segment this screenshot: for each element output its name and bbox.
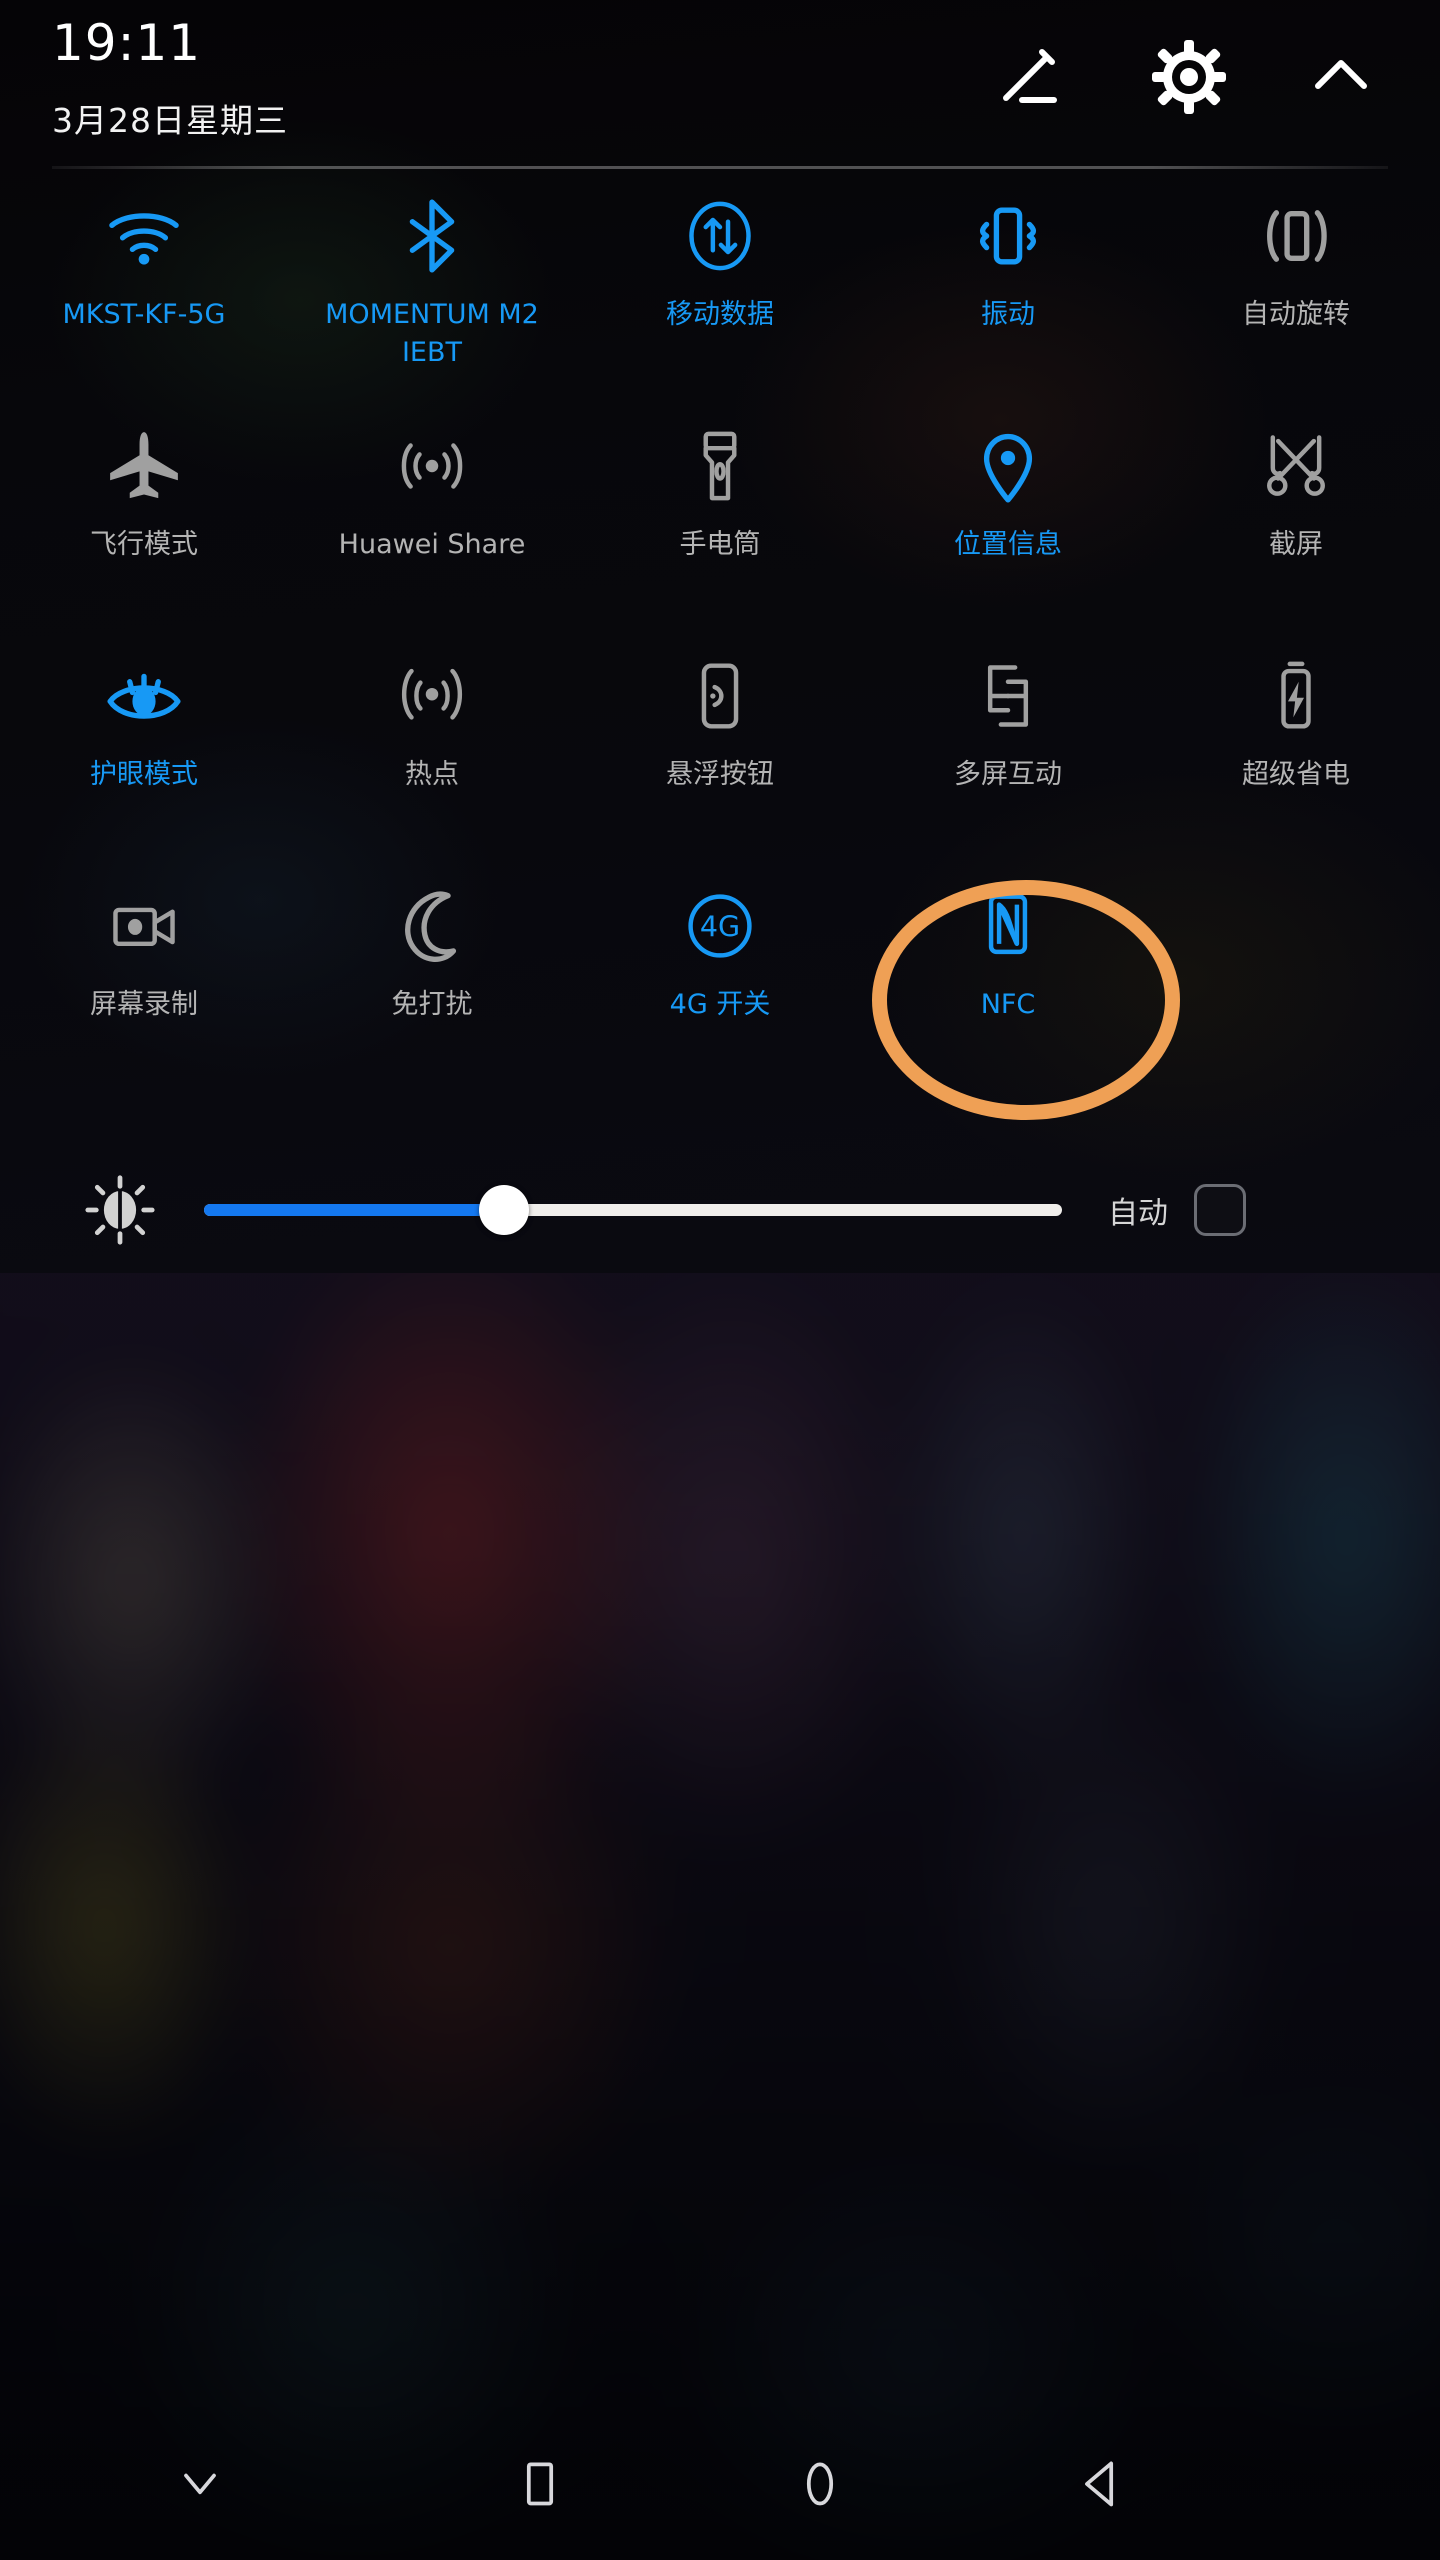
toggle-wifi[interactable]: MKST-KF-5G <box>0 190 288 420</box>
ultra-saver-icon <box>1250 650 1342 742</box>
nfc-icon <box>962 880 1054 972</box>
phone-screen: 19:11 3月28日星期三 MKST-KF-5G MOMENTUM M2 IE… <box>0 0 1440 2560</box>
brightness-slider[interactable] <box>204 1185 1062 1235</box>
toggle-label: 护眼模式 <box>90 759 198 790</box>
airplane-icon <box>98 420 190 512</box>
brightness-slider-fill <box>204 1204 505 1216</box>
nav-recents-button[interactable] <box>400 2410 680 2560</box>
quick-toggle-grid: MKST-KF-5G MOMENTUM M2 IEBT 移动数据 振动 自动旋转… <box>0 190 1440 1110</box>
system-navigation-bar <box>0 2410 1440 2560</box>
triangle-left-icon <box>1072 2455 1128 2516</box>
toggle-label: MOMENTUM M2 IEBT <box>325 299 539 368</box>
location-pin-icon <box>962 420 1054 512</box>
toggle-row: 护眼模式 热点 悬浮按钮 多屏互动 超级省电 <box>0 650 1440 880</box>
floating-dock-icon <box>674 650 766 742</box>
toggle-label: 手电筒 <box>679 529 761 560</box>
toggle-label: 自动旋转 <box>1242 299 1350 330</box>
toggle-hotspot[interactable]: 热点 <box>288 650 576 880</box>
toggle-nfc[interactable]: NFC <box>864 880 1152 1110</box>
eye-comfort-icon <box>98 650 190 742</box>
auto-brightness-checkbox[interactable] <box>1194 1184 1246 1236</box>
nav-back-button[interactable] <box>960 2410 1240 2560</box>
auto-rotate-icon <box>1250 190 1342 282</box>
toggle-auto-rotate[interactable]: 自动旋转 <box>1152 190 1440 420</box>
bluetooth-icon <box>386 190 478 282</box>
chevron-up-icon[interactable] <box>1302 38 1380 116</box>
nav-home-button[interactable] <box>680 2410 960 2560</box>
toggle-label: 4G 开关 <box>669 989 771 1020</box>
toggle-screenshot[interactable]: 截屏 <box>1152 420 1440 650</box>
square-icon <box>512 2455 568 2516</box>
toggle-4g-switch[interactable]: 4G 4G 开关 <box>576 880 864 1110</box>
multi-screen-icon <box>962 650 1054 742</box>
screen-record-icon <box>98 880 190 972</box>
toggle-vibrate[interactable]: 振动 <box>864 190 1152 420</box>
huawei-share-icon <box>386 420 478 512</box>
toggle-row: 屏幕录制 免打扰 4G 4G 开关 NFC <box>0 880 1440 1110</box>
toggle-label: 免打扰 <box>391 989 473 1020</box>
4g-icon: 4G <box>674 880 766 972</box>
toggle-multi-screen[interactable]: 多屏互动 <box>864 650 1152 880</box>
quick-settings-panel: 19:11 3月28日星期三 MKST-KF-5G MOMENTUM M2 IE… <box>0 0 1440 1273</box>
toggle-label: 位置信息 <box>954 529 1062 560</box>
toggle-ultra-power-saver[interactable]: 超级省电 <box>1152 650 1440 880</box>
toggle-label: Huawei Share <box>338 529 526 560</box>
brightness-slider-thumb[interactable] <box>479 1185 530 1235</box>
panel-header: 19:11 3月28日星期三 <box>0 0 1440 169</box>
toggle-row: MKST-KF-5G MOMENTUM M2 IEBT 移动数据 振动 自动旋转 <box>0 190 1440 420</box>
auto-brightness-label: 自动 <box>1108 1196 1168 1231</box>
gear-icon[interactable] <box>1150 38 1228 116</box>
toggle-flashlight[interactable]: 手电筒 <box>576 420 864 650</box>
toggle-label: 飞行模式 <box>90 529 198 560</box>
status-clock: 19:11 <box>52 14 202 72</box>
toggle-eye-comfort[interactable]: 护眼模式 <box>0 650 288 880</box>
moon-icon <box>386 880 478 972</box>
brightness-sun-icon <box>82 1172 158 1248</box>
toggle-row: 飞行模式 Huawei Share 手电筒 位置信息 截屏 <box>0 420 1440 650</box>
wifi-icon <box>98 190 190 282</box>
chevron-down-icon <box>172 2455 228 2516</box>
toggle-mobile-data[interactable]: 移动数据 <box>576 190 864 420</box>
toggle-empty-slot <box>1152 880 1440 1110</box>
toggle-label: NFC <box>980 989 1036 1020</box>
circle-icon <box>792 2455 848 2516</box>
toggle-floating-dock[interactable]: 悬浮按钮 <box>576 650 864 880</box>
screenshot-icon <box>1250 420 1342 512</box>
toggle-label: 屏幕录制 <box>90 989 198 1020</box>
toggle-bluetooth[interactable]: MOMENTUM M2 IEBT <box>288 190 576 420</box>
edit-pencil-icon[interactable] <box>992 38 1070 116</box>
toggle-screen-record[interactable]: 屏幕录制 <box>0 880 288 1110</box>
vibrate-icon <box>962 190 1054 282</box>
toggle-label: 截屏 <box>1269 529 1323 560</box>
flashlight-icon <box>674 420 766 512</box>
brightness-control-row: 自动 <box>0 1150 1440 1270</box>
toggle-label: 振动 <box>981 299 1035 330</box>
empty-icon <box>1250 880 1342 972</box>
toggle-label: 超级省电 <box>1242 759 1350 790</box>
toggle-label: 移动数据 <box>666 299 774 330</box>
hotspot-icon <box>386 650 478 742</box>
mobile-data-icon <box>674 190 766 282</box>
status-date: 3月28日星期三 <box>52 101 288 140</box>
header-divider <box>52 166 1388 169</box>
toggle-label: 悬浮按钮 <box>666 759 774 790</box>
toggle-huawei-share[interactable]: Huawei Share <box>288 420 576 650</box>
svg-text:4G: 4G <box>700 911 740 944</box>
toggle-location[interactable]: 位置信息 <box>864 420 1152 650</box>
toggle-label: 热点 <box>405 759 459 790</box>
toggle-airplane-mode[interactable]: 飞行模式 <box>0 420 288 650</box>
nav-collapse-button[interactable] <box>0 2410 400 2560</box>
toggle-do-not-disturb[interactable]: 免打扰 <box>288 880 576 1110</box>
toggle-label: 多屏互动 <box>954 759 1062 790</box>
toggle-label: MKST-KF-5G <box>62 299 226 330</box>
